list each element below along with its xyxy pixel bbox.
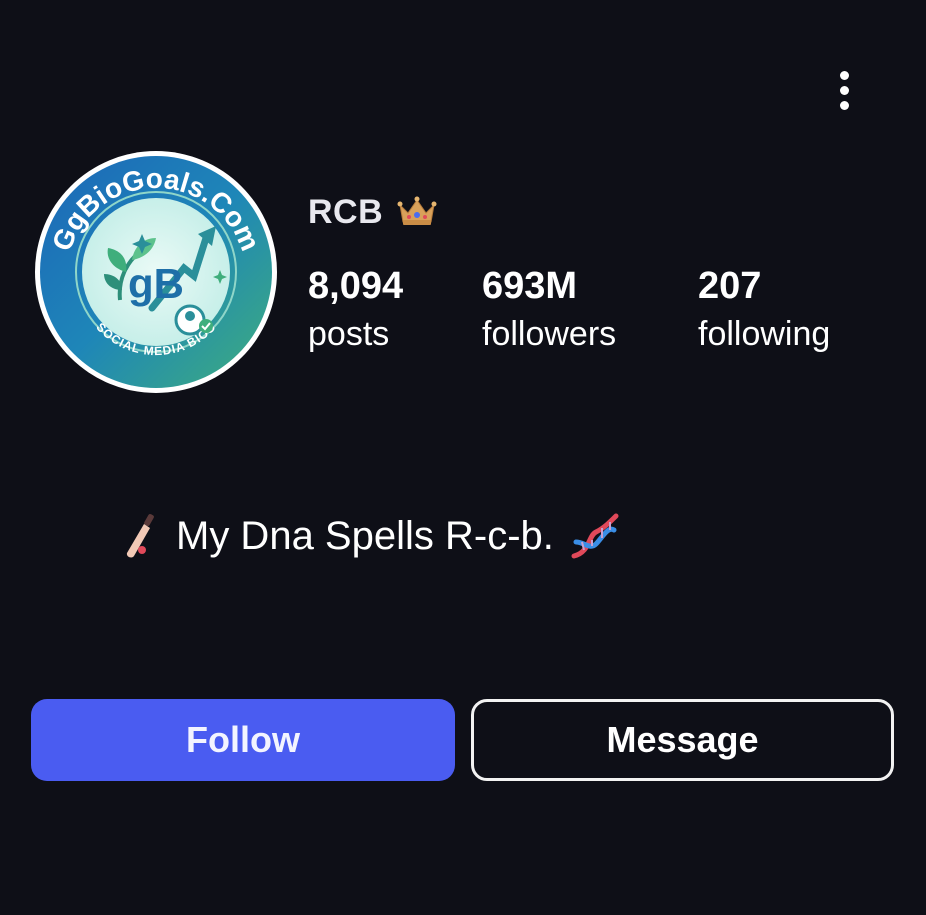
profile-logo: GgBioGoals.Com SOCIAL MEDIA BIOS gB (35, 151, 277, 393)
cricket-bat-icon (126, 514, 154, 558)
bio: My Dna Spells R-c-b. (120, 508, 620, 564)
more-vertical-icon (839, 100, 849, 110)
followers-label: followers (482, 315, 617, 353)
stat-following[interactable]: 207 following (698, 264, 830, 356)
dna-icon (571, 513, 619, 559)
username-row: RCB (308, 192, 437, 232)
posts-count: 8,094 (308, 265, 404, 307)
avatar[interactable]: GgBioGoals.Com SOCIAL MEDIA BIOS gB (34, 150, 278, 394)
username: RCB (308, 192, 384, 231)
message-button[interactable]: Message (471, 699, 894, 781)
more-options-button[interactable] (822, 64, 866, 116)
following-count: 207 (698, 265, 762, 307)
followers-count: 693M (482, 265, 578, 307)
crown-icon (397, 196, 437, 225)
follow-button[interactable]: Follow (31, 699, 455, 781)
stat-followers[interactable]: 693M followers (482, 264, 616, 356)
stat-posts[interactable]: 8,094 posts (308, 264, 403, 356)
following-label: following (698, 315, 831, 353)
more-vertical-icon (839, 70, 849, 80)
bio-text: My Dna Spells R-c-b. (176, 513, 554, 558)
more-vertical-icon (839, 85, 849, 95)
posts-label: posts (308, 315, 390, 353)
logo-monogram: gB (128, 260, 184, 307)
